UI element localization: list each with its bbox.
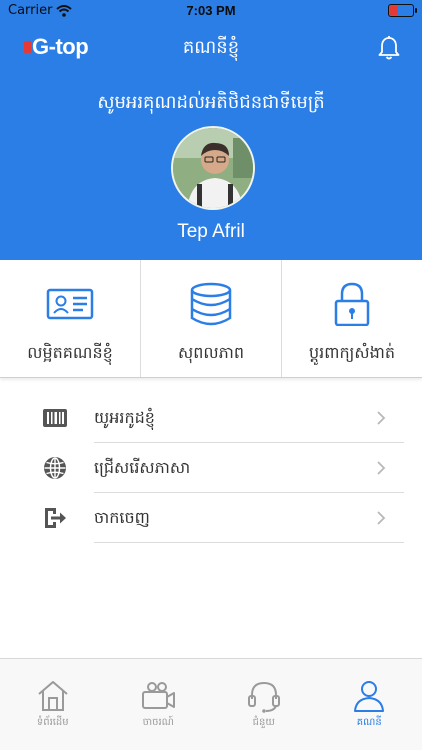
logout-icon <box>45 508 66 528</box>
chevron-right-icon <box>377 511 386 525</box>
menu-item-qr-code[interactable]: យូអរកូដខ្ញុំ <box>0 393 422 443</box>
battery-icon <box>388 4 417 17</box>
user-name: Tep Afril <box>177 221 245 242</box>
menu-item-label: យូអរកូដខ្ញុំ <box>94 408 155 427</box>
tab-label: ចាចរណ៍ <box>142 717 174 728</box>
settings-menu: យូអរកូដខ្ញុំ ជ្រើសរើសភាសា ចាកចេញ <box>0 393 422 543</box>
page-title: គណនីខ្ញុំ <box>182 37 240 58</box>
profile-panel: សូមអរគុណដល់អតិថិជនជាទីមេត្រី Tep Afril <box>0 72 422 260</box>
lock-icon <box>334 282 370 326</box>
tab-video[interactable]: ចាចរណ៍ <box>106 659 212 750</box>
chevron-right-icon <box>377 411 386 425</box>
welcome-message: សូមអរគុណដល់អតិថិជនជាទីមេត្រី <box>97 92 325 113</box>
user-icon <box>354 681 385 712</box>
divider <box>94 542 404 543</box>
tile-change-password[interactable]: ប្តូរពាក្យសំងាត់ <box>282 260 422 377</box>
menu-item-label: ចាកចេញ <box>94 508 150 527</box>
menu-item-logout[interactable]: ចាកចេញ <box>0 493 422 543</box>
status-bar: Carrier 7:03 PM <box>0 0 422 22</box>
tab-home[interactable]: ទំព័រដើម <box>0 659 106 750</box>
menu-item-label: ជ្រើសរើសភាសា <box>94 458 191 477</box>
tile-account-details[interactable]: លម្អិតគណនីខ្ញុំ <box>0 260 141 377</box>
status-time: 7:03 PM <box>186 3 236 18</box>
tab-label: គណនី <box>356 717 382 728</box>
nav-bar: G-top គណនីខ្ញុំ <box>0 22 422 72</box>
bell-icon[interactable] <box>376 35 402 61</box>
globe-icon <box>44 457 66 479</box>
menu-item-language[interactable]: ជ្រើសរើសភាសា <box>0 443 422 493</box>
tile-label: លម្អិតគណនីខ្ញុំ <box>27 343 113 362</box>
database-icon <box>190 282 232 326</box>
tab-account[interactable]: គណនី <box>317 659 422 750</box>
app-logo: G-top <box>24 34 89 60</box>
id-card-icon <box>46 288 94 320</box>
avatar-photo <box>173 128 253 208</box>
tab-label: ជំនួយ <box>252 717 275 728</box>
tile-label: ប្តូរពាក្យសំងាត់ <box>308 343 395 362</box>
tab-bar: ទំព័រដើម ចាចរណ៍ ជំនួយ គណនី <box>0 658 422 750</box>
home-icon <box>38 681 68 711</box>
account-tiles: លម្អិតគណនីខ្ញុំ សុពលភាព ប្តូរពាក្យសំងាត់ <box>0 260 422 378</box>
tile-label: សុពលភាព <box>177 343 244 362</box>
video-icon <box>142 682 176 709</box>
tile-balance[interactable]: សុពលភាព <box>141 260 282 377</box>
tab-support[interactable]: ជំនួយ <box>211 659 317 750</box>
tab-label: ទំព័រដើម <box>36 717 69 728</box>
chevron-right-icon <box>377 461 386 475</box>
barcode-icon <box>43 409 67 427</box>
avatar[interactable] <box>171 126 255 210</box>
headset-icon <box>247 681 280 713</box>
